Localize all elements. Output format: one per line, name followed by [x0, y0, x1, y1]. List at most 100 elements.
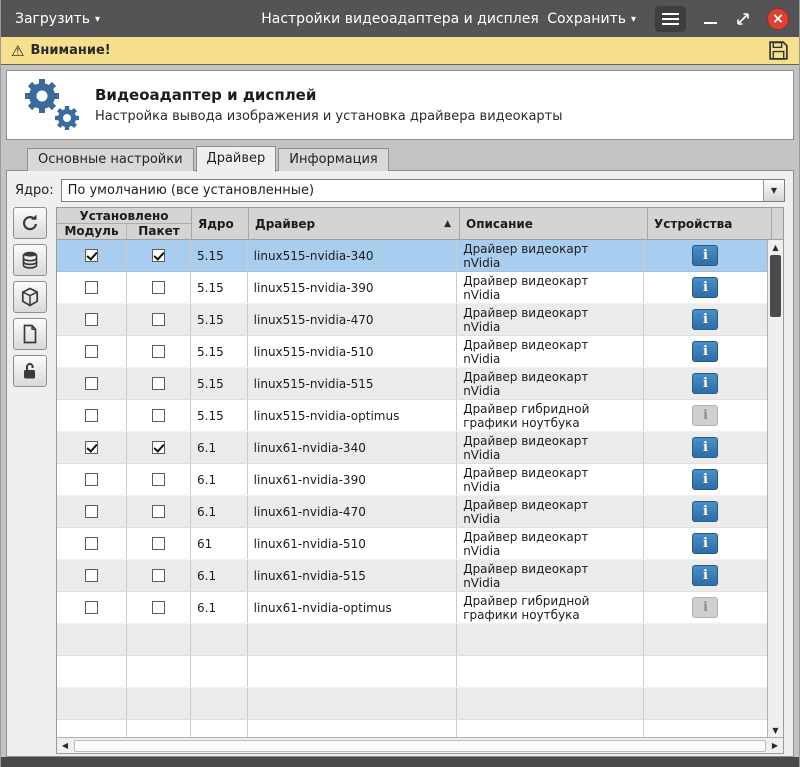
package-checkbox[interactable] — [152, 313, 165, 326]
device-info-button[interactable]: i — [692, 597, 718, 618]
module-checkbox[interactable] — [85, 537, 98, 550]
package-checkbox[interactable] — [152, 537, 165, 550]
column-header-kernel[interactable]: Ядро — [192, 208, 249, 239]
scroll-right-button[interactable]: ▶ — [767, 738, 783, 753]
driver-header-label: Драйвер — [255, 217, 315, 231]
device-info-button[interactable]: i — [692, 469, 718, 490]
table-row[interactable]: 6.1linux61-nvidia-470Драйвер видеокарт n… — [57, 496, 767, 528]
scroll-down-button[interactable]: ▼ — [768, 723, 783, 737]
package-button[interactable] — [13, 281, 47, 313]
package-checkbox[interactable] — [152, 505, 165, 518]
device-info-button[interactable]: i — [692, 245, 718, 266]
module-cell — [57, 464, 127, 495]
device-info-button[interactable]: i — [692, 405, 718, 426]
combobox-dropdown-button[interactable]: ▼ — [763, 180, 784, 201]
empty-cell — [248, 624, 458, 655]
device-info-button[interactable]: i — [692, 341, 718, 362]
scroll-up-button[interactable]: ▲ — [768, 240, 783, 254]
vertical-scroll-thumb[interactable] — [770, 255, 781, 317]
table-row[interactable]: 61linux61-nvidia-510Драйвер видеокарт nV… — [57, 528, 767, 560]
column-header-package[interactable]: Пакет — [127, 224, 191, 239]
table-row[interactable]: 5.15linux515-nvidia-515Драйвер видеокарт… — [57, 368, 767, 400]
kernel-cell: 5.15 — [191, 240, 248, 271]
module-checkbox[interactable] — [85, 505, 98, 518]
module-checkbox[interactable] — [85, 313, 98, 326]
device-info-button[interactable]: i — [692, 277, 718, 298]
side-toolbar — [13, 207, 47, 387]
driver-cell: linux61-nvidia-510 — [248, 528, 458, 559]
table-row[interactable]: 5.15linux515-nvidia-390Драйвер видеокарт… — [57, 272, 767, 304]
minimize-button[interactable] — [701, 10, 719, 28]
close-button[interactable]: × — [767, 8, 789, 30]
app-window: Загрузить ▾ Настройки видеоадаптера и ди… — [0, 0, 800, 767]
floppy-save-icon — [768, 40, 789, 61]
maximize-button[interactable] — [734, 10, 752, 28]
module-checkbox[interactable] — [85, 569, 98, 582]
tab-driver[interactable]: Драйвер — [196, 146, 277, 172]
lock-button[interactable] — [13, 355, 47, 387]
device-info-button[interactable]: i — [692, 501, 718, 522]
horizontal-scrollbar[interactable]: ◀ ▶ — [57, 737, 783, 753]
horizontal-scroll-thumb[interactable] — [74, 740, 766, 752]
package-checkbox[interactable] — [152, 441, 165, 454]
devices-cell: i — [644, 336, 767, 367]
table-row[interactable]: 5.15linux515-nvidia-510Драйвер видеокарт… — [57, 336, 767, 368]
package-cell — [127, 368, 192, 399]
empty-cell — [57, 624, 127, 655]
package-checkbox[interactable] — [152, 281, 165, 294]
refresh-button[interactable] — [13, 207, 47, 239]
package-checkbox[interactable] — [152, 601, 165, 614]
driver-cell: linux61-nvidia-optimus — [248, 592, 458, 623]
module-cell — [57, 400, 127, 431]
tab-information[interactable]: Информация — [278, 148, 388, 171]
module-checkbox[interactable] — [85, 441, 98, 454]
load-menu-button[interactable]: Загрузить ▾ — [11, 7, 104, 31]
menu-button[interactable] — [655, 6, 686, 32]
description-cell: Драйвер видеокарт nVidia — [457, 304, 644, 335]
package-checkbox[interactable] — [152, 249, 165, 262]
module-checkbox[interactable] — [85, 345, 98, 358]
driver-cell: linux515-nvidia-510 — [248, 336, 458, 367]
device-info-button[interactable]: i — [692, 533, 718, 554]
column-header-devices[interactable]: Устройства — [648, 208, 772, 239]
empty-cell — [57, 688, 127, 719]
table-row[interactable]: 6.1linux61-nvidia-optimusДрайвер гибридн… — [57, 592, 767, 624]
module-checkbox[interactable] — [85, 473, 98, 486]
save-menu-button[interactable]: Сохранить ▾ — [543, 7, 640, 31]
description-cell: Драйвер видеокарт nVidia — [457, 240, 644, 271]
table-row[interactable]: 5.15linux515-nvidia-470Драйвер видеокарт… — [57, 304, 767, 336]
scroll-left-button[interactable]: ◀ — [57, 738, 73, 753]
table-row[interactable]: 6.1linux61-nvidia-390Драйвер видеокарт n… — [57, 464, 767, 496]
module-checkbox[interactable] — [85, 249, 98, 262]
column-header-driver[interactable]: Драйвер ▲ — [249, 208, 460, 239]
database-button[interactable] — [13, 244, 47, 276]
package-checkbox[interactable] — [152, 569, 165, 582]
column-header-installed[interactable]: Установлено Модуль Пакет — [57, 208, 192, 239]
module-checkbox[interactable] — [85, 281, 98, 294]
package-checkbox[interactable] — [152, 473, 165, 486]
module-checkbox[interactable] — [85, 601, 98, 614]
table-row[interactable]: 5.15linux515-nvidia-optimusДрайвер гибри… — [57, 400, 767, 432]
package-checkbox[interactable] — [152, 345, 165, 358]
package-cell — [127, 528, 192, 559]
device-info-button[interactable]: i — [692, 437, 718, 458]
device-info-button[interactable]: i — [692, 565, 718, 586]
package-checkbox[interactable] — [152, 409, 165, 422]
tab-basic-settings[interactable]: Основные настройки — [27, 148, 194, 171]
driver-cell: linux61-nvidia-390 — [248, 464, 458, 495]
document-button[interactable] — [13, 318, 47, 350]
module-checkbox[interactable] — [85, 377, 98, 390]
device-info-button[interactable]: i — [692, 309, 718, 330]
column-header-module[interactable]: Модуль — [57, 224, 127, 239]
package-checkbox[interactable] — [152, 377, 165, 390]
column-header-description[interactable]: Описание — [460, 208, 648, 239]
table-row[interactable]: 6.1linux61-nvidia-340Драйвер видеокарт n… — [57, 432, 767, 464]
device-info-button[interactable]: i — [692, 373, 718, 394]
kernel-combobox[interactable]: По умолчанию (все установленные) ▼ — [61, 179, 785, 202]
save-settings-button[interactable] — [768, 40, 789, 61]
module-checkbox[interactable] — [85, 409, 98, 422]
description-cell: Драйвер видеокарт nVidia — [457, 272, 644, 303]
table-row[interactable]: 6.1linux61-nvidia-515Драйвер видеокарт n… — [57, 560, 767, 592]
table-row[interactable]: 5.15linux515-nvidia-340Драйвер видеокарт… — [57, 240, 767, 272]
vertical-scrollbar[interactable]: ▲ ▼ — [767, 240, 783, 737]
